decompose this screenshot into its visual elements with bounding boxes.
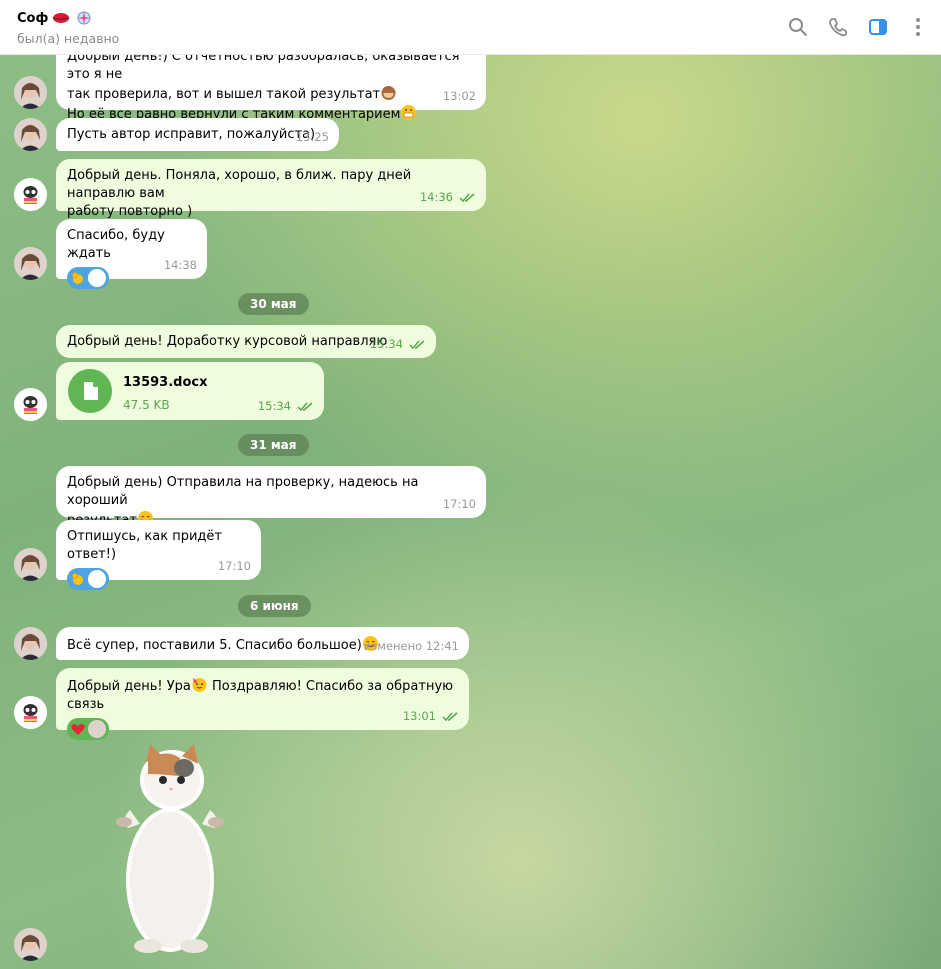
read-check-icon	[442, 711, 458, 721]
ok-hand-icon	[72, 573, 83, 585]
message-time: 13:02	[442, 89, 476, 103]
message-outgoing[interactable]: Добрый день! Ура Поздравляю! Спасибо за …	[56, 668, 469, 740]
message-text: Добрый день. Поняла, хорошо, в ближ. пар…	[67, 168, 412, 201]
read-check-icon	[459, 192, 475, 202]
message-time: 14:38	[163, 258, 197, 272]
contact-name: Соф	[17, 10, 49, 26]
monkey-emoji-icon	[381, 86, 396, 100]
avatar[interactable]	[14, 627, 47, 660]
avatar[interactable]	[14, 118, 47, 151]
sidebar-toggle-icon[interactable]	[867, 16, 889, 38]
reactor-avatar	[88, 570, 106, 588]
party-emoji-icon	[192, 678, 207, 692]
message-incoming[interactable]: Спасибо, буду ждать 14:38	[56, 219, 207, 289]
chat-header: Соф был(а) недавно	[0, 0, 941, 55]
cat-sticker[interactable]	[110, 740, 230, 958]
reaction[interactable]	[67, 718, 109, 740]
message-time: 15:34	[257, 399, 291, 413]
message-incoming[interactable]: Отпишусь, как придёт ответ!) 17:10	[56, 520, 261, 590]
avatar[interactable]	[14, 388, 47, 421]
chat-title[interactable]: Соф	[17, 9, 94, 27]
read-check-icon	[297, 401, 313, 411]
avatar[interactable]	[14, 548, 47, 581]
message-time: изменено 12:41	[363, 639, 459, 653]
file-icon[interactable]	[68, 369, 112, 413]
message-text: Пусть автор исправит, пожалуйста)	[67, 127, 316, 142]
message-outgoing[interactable]: Добрый день! Доработку курсовой направля…	[56, 325, 436, 358]
contact-status: был(а) недавно	[17, 31, 120, 46]
message-outgoing[interactable]: Добрый день. Поняла, хорошо, в ближ. пар…	[56, 159, 486, 219]
message-time: 17:10	[217, 559, 251, 573]
avatar[interactable]	[14, 696, 47, 729]
date-separator: 30 мая	[238, 293, 309, 315]
message-time: 14:36	[419, 190, 453, 204]
reaction[interactable]	[67, 568, 109, 590]
date-separator: 31 мая	[238, 434, 309, 456]
message-time: 15:34	[369, 337, 403, 351]
date-separator: 6 июня	[238, 595, 311, 617]
message-incoming[interactable]: Пусть автор исправит, пожалуйста) 13:25	[56, 118, 339, 151]
message-time: 17:10	[442, 497, 476, 511]
message-text: Добрый день! Ура	[67, 679, 191, 694]
message-text: Добрый день! Доработку курсовой направля…	[67, 334, 388, 349]
message-incoming[interactable]: Добрый день) Отправила на проверку, наде…	[56, 466, 486, 528]
file-size: 47.5 KB	[123, 398, 170, 412]
heart-icon	[71, 724, 85, 735]
sparkle-icon	[77, 11, 92, 25]
lips-icon	[53, 13, 70, 23]
grimace-emoji-icon	[401, 105, 417, 120]
phone-icon[interactable]	[827, 16, 849, 38]
message-text: Добрый день) Отправила на проверку, наде…	[67, 475, 419, 508]
message-text: Всё супер, поставили 5. Спасибо большое)	[67, 638, 362, 653]
reaction[interactable]	[67, 267, 109, 289]
message-text: так проверила, вот и вышел такой результ…	[67, 87, 381, 102]
message-time: 13:25	[295, 130, 329, 144]
avatar[interactable]	[14, 178, 47, 211]
file-name: 13593.docx	[123, 375, 208, 390]
message-file[interactable]: 13593.docx 47.5 KB 15:34	[56, 362, 324, 420]
search-icon[interactable]	[787, 16, 809, 38]
message-incoming[interactable]: Всё супер, поставили 5. Спасибо большое)…	[56, 627, 469, 660]
avatar[interactable]	[14, 247, 47, 280]
read-check-icon	[409, 339, 425, 349]
reactor-avatar	[88, 269, 106, 287]
avatar[interactable]	[14, 928, 47, 961]
message-time: 13:01	[402, 709, 436, 723]
more-menu-icon[interactable]	[907, 16, 929, 38]
ok-hand-icon	[72, 272, 83, 284]
reactor-avatar	[88, 720, 106, 738]
avatar[interactable]	[14, 76, 47, 109]
